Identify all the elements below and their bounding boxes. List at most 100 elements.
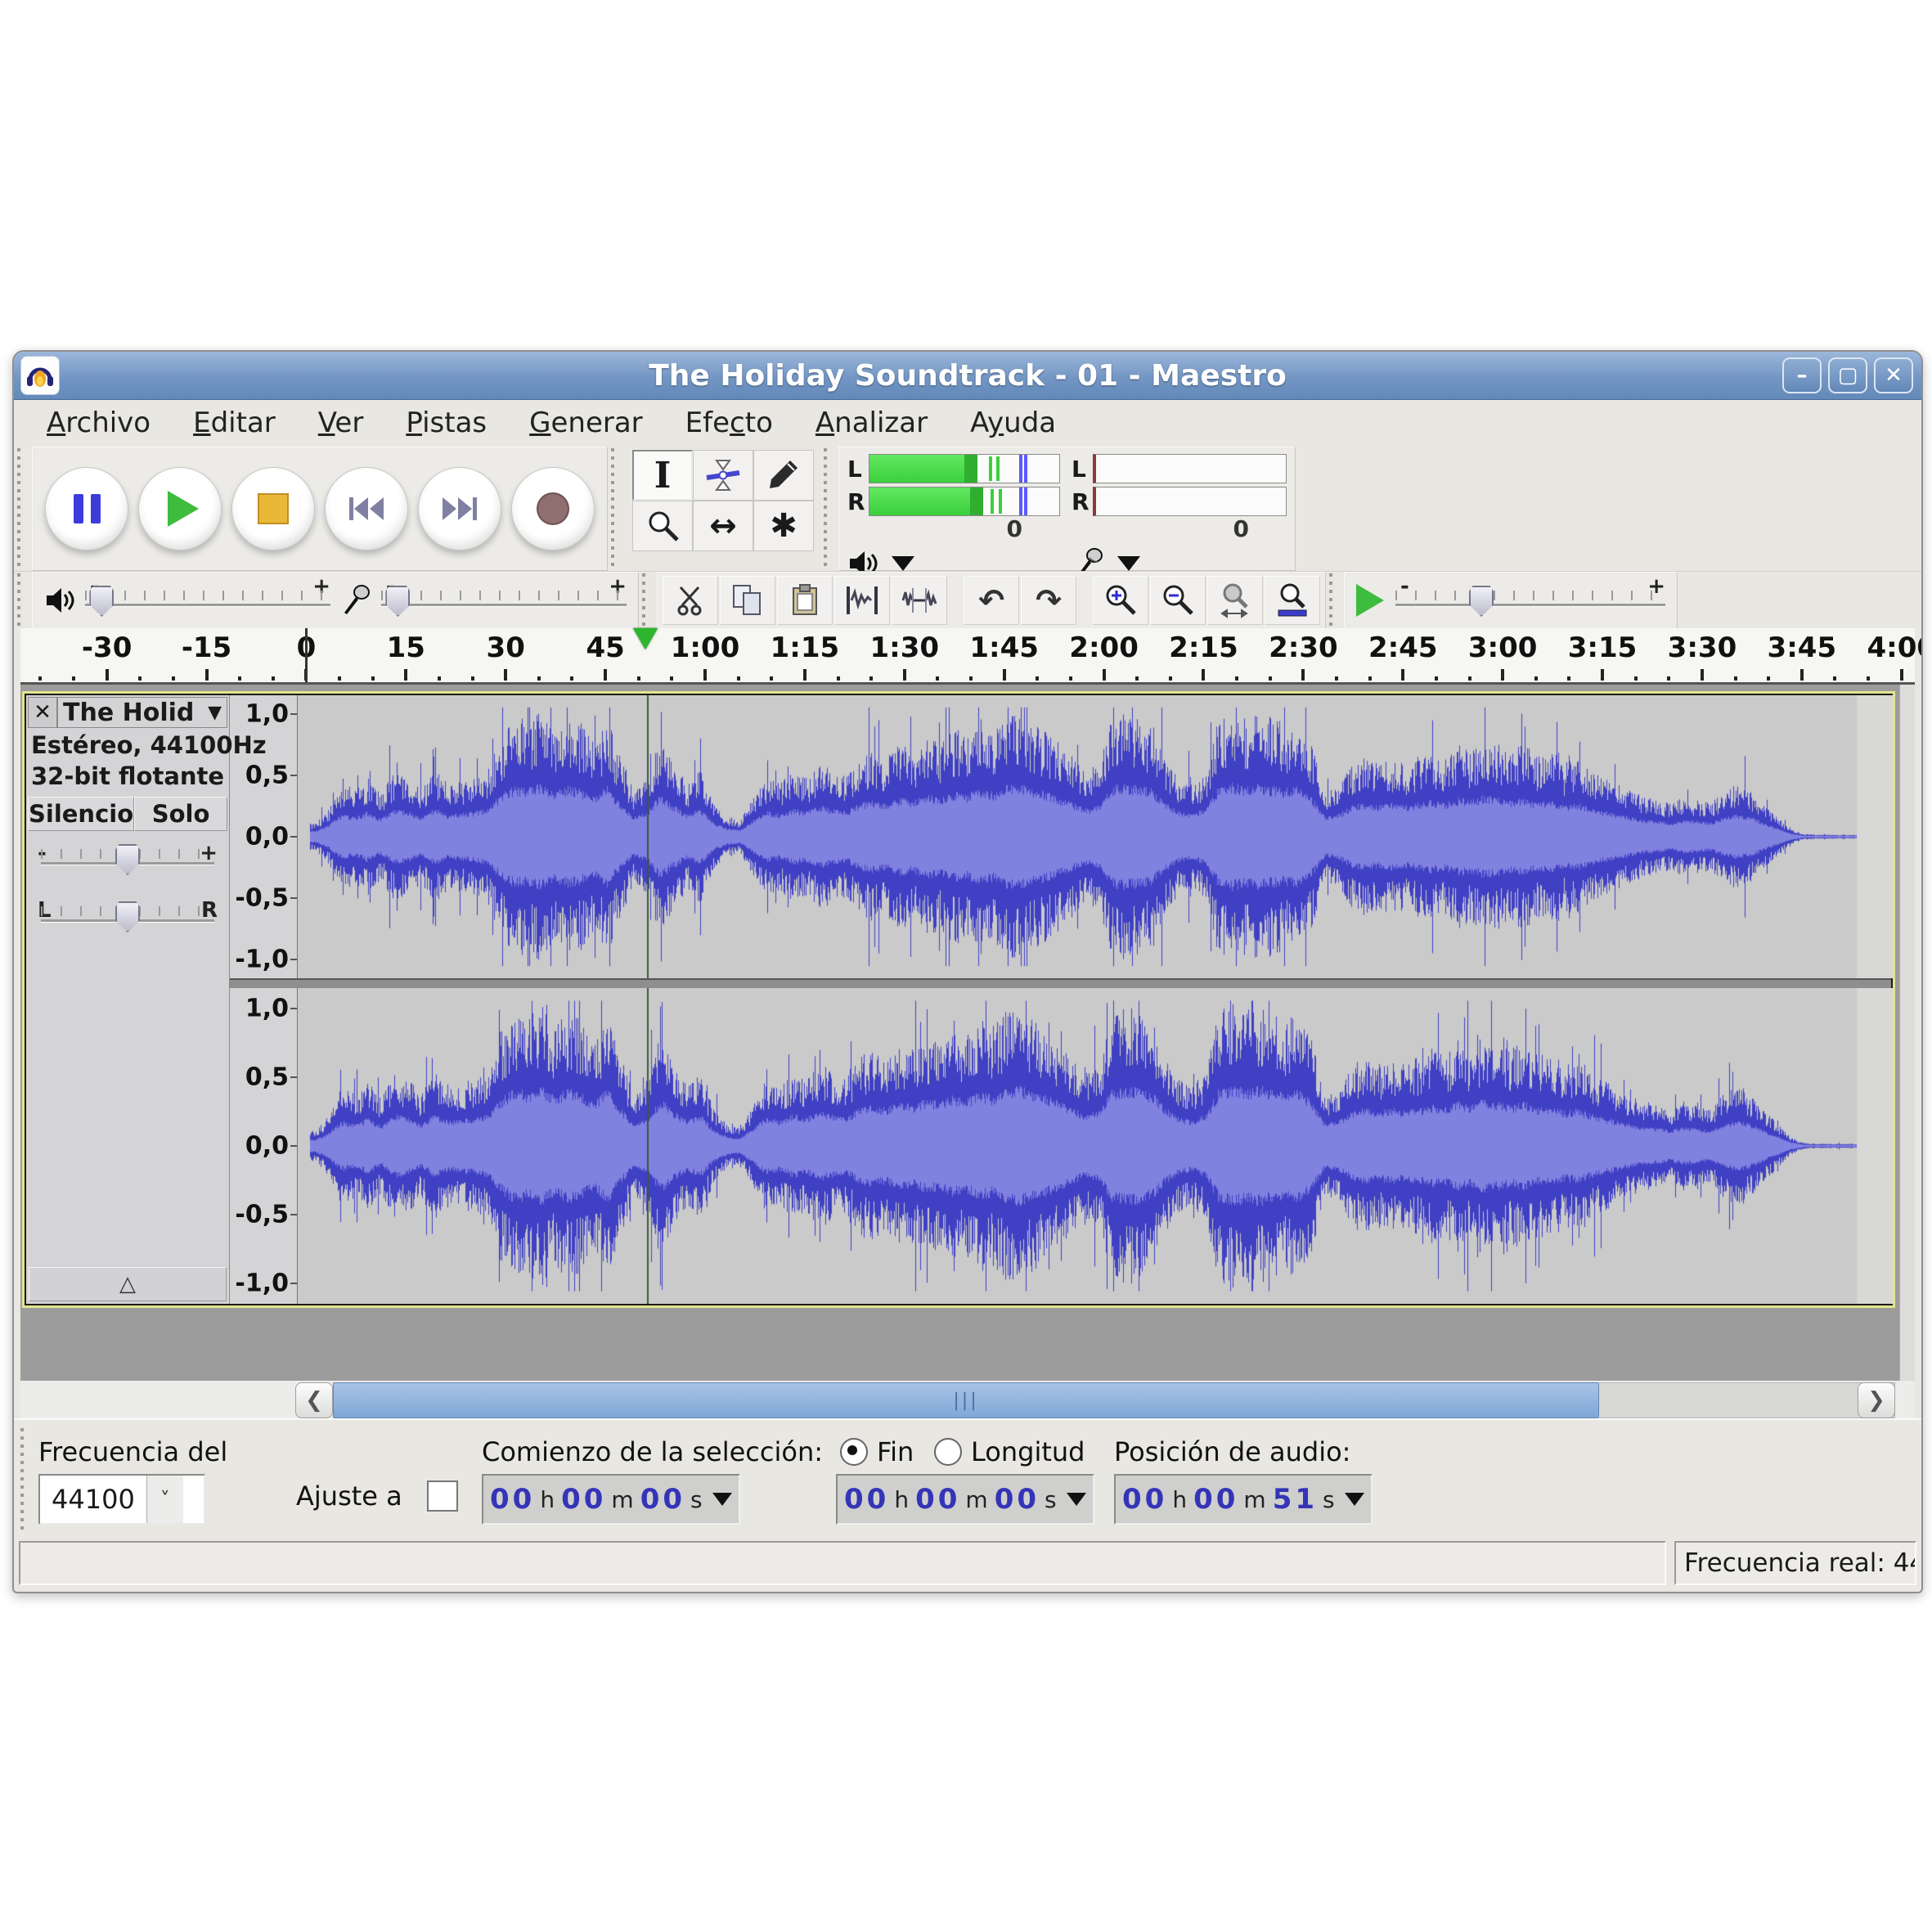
- play-speed-thumb[interactable]: [1469, 586, 1494, 617]
- spinner-icon[interactable]: [1345, 1493, 1364, 1506]
- maximize-button[interactable]: ▢: [1828, 357, 1867, 393]
- pause-button[interactable]: [45, 467, 128, 550]
- track-pan-slider[interactable]: [41, 900, 214, 932]
- spinner-icon[interactable]: [1067, 1493, 1086, 1506]
- selection-end-field[interactable]: 00h 00m 00s: [836, 1474, 1094, 1525]
- minimize-button[interactable]: –: [1782, 357, 1822, 393]
- transport-toolbar-gripper[interactable]: [14, 448, 32, 569]
- project-rate-combo[interactable]: 44100 ˅: [38, 1474, 205, 1525]
- playback-meter[interactable]: L R: [847, 452, 1060, 585]
- timeline-tick: [1036, 676, 1039, 681]
- timeline-tick: [1468, 676, 1471, 681]
- scroll-left-button[interactable]: ❮: [295, 1382, 333, 1418]
- fit-project-button[interactable]: [1265, 576, 1320, 625]
- input-volume-slider[interactable]: - +: [381, 584, 627, 617]
- menu-item-archivo[interactable]: Archivo: [25, 403, 172, 443]
- input-volume-thumb[interactable]: [385, 586, 410, 617]
- output-volume-slider[interactable]: - +: [85, 584, 330, 617]
- edit-toolbar-gripper[interactable]: [639, 573, 657, 627]
- timeline-tick: [1900, 669, 1903, 681]
- tools-toolbar-gripper[interactable]: [608, 448, 626, 569]
- amplitude-label: 0,0: [245, 823, 289, 851]
- close-button[interactable]: ✕: [1874, 357, 1913, 393]
- menu-item-editar[interactable]: Editar: [172, 403, 297, 443]
- record-icon: [537, 492, 569, 525]
- playback-device-dropdown[interactable]: [892, 556, 914, 571]
- playback-position-marker-icon[interactable]: [633, 628, 658, 649]
- scroll-right-button[interactable]: ❯: [1858, 1382, 1895, 1418]
- track-title-menu[interactable]: The Holid ▼: [57, 697, 227, 728]
- copy-button[interactable]: [720, 576, 775, 625]
- timeline-tick: [1501, 669, 1504, 681]
- play-speed-slider[interactable]: - +: [1395, 584, 1665, 617]
- menu-item-efecto[interactable]: Efecto: [664, 403, 794, 443]
- radio-length[interactable]: [934, 1438, 962, 1466]
- title-bar[interactable]: The Holiday Soundtrack - 01 - Maestro – …: [14, 352, 1921, 400]
- snap-to-checkbox[interactable]: [427, 1480, 458, 1512]
- multi-tool-button[interactable]: ✱: [753, 501, 814, 551]
- fit-selection-button[interactable]: [1207, 576, 1263, 625]
- spinner-icon[interactable]: [712, 1493, 732, 1506]
- timeline-tick: [1135, 676, 1139, 681]
- zoom-in-button[interactable]: [1093, 576, 1148, 625]
- track-gain-thumb[interactable]: [115, 844, 140, 875]
- redo-button[interactable]: ↷: [1021, 576, 1076, 625]
- scrollbar-thumb[interactable]: |||: [333, 1382, 1599, 1418]
- menu-item-pistas[interactable]: Pistas: [384, 403, 508, 443]
- zoom-tool-button[interactable]: [632, 501, 693, 551]
- waveform-right-channel[interactable]: [298, 988, 1893, 1304]
- timeline-tick: [936, 676, 939, 681]
- cut-button[interactable]: [663, 576, 718, 625]
- envelope-tool-button[interactable]: [693, 450, 753, 501]
- amplitude-label: -0,5: [235, 1201, 289, 1229]
- recording-meter[interactable]: L R 0: [1072, 452, 1287, 585]
- audio-position-field[interactable]: 00h 00m 51s: [1114, 1474, 1373, 1525]
- transcription-toolbar-gripper[interactable]: [1326, 573, 1344, 627]
- menu-item-analizar[interactable]: Analizar: [794, 403, 949, 443]
- radio-end[interactable]: [840, 1438, 868, 1466]
- selection-start-field[interactable]: 00h 00m 00s: [482, 1474, 740, 1525]
- timeline-tick: [703, 669, 707, 681]
- pause-icon: [74, 494, 101, 523]
- undo-button[interactable]: ↶: [964, 576, 1019, 625]
- stop-button[interactable]: [231, 467, 315, 550]
- play-at-speed-button[interactable]: [1356, 584, 1384, 617]
- timeline-tick: [837, 676, 840, 681]
- menu-item-ver[interactable]: Ver: [297, 403, 385, 443]
- vertical-scrollbar[interactable]: [1899, 685, 1915, 1381]
- timeline-tick: [438, 676, 441, 681]
- draw-tool-button[interactable]: [753, 450, 814, 501]
- selection-tool-button[interactable]: I: [632, 450, 693, 501]
- mixer-toolbar-gripper[interactable]: [14, 573, 32, 627]
- timeline-ruler[interactable]: -30-1501530451:001:151:301:452:002:152:3…: [20, 628, 1915, 685]
- skip-to-start-button[interactable]: [325, 467, 408, 550]
- menu-item-ayuda[interactable]: Ayuda: [949, 403, 1077, 443]
- track-gain-slider[interactable]: [41, 842, 214, 875]
- play-button[interactable]: [138, 467, 222, 550]
- combo-chevron-icon[interactable]: ˅: [146, 1476, 183, 1523]
- vertical-ruler-right-channel[interactable]: 1,00,50,0-0,5-1,0: [230, 988, 298, 1304]
- recording-meter-right-label: R: [1072, 488, 1093, 515]
- trim-audio-button[interactable]: [834, 576, 890, 625]
- playback-meter-scale: 0: [847, 518, 1060, 542]
- recording-device-dropdown[interactable]: [1117, 556, 1140, 571]
- paste-button[interactable]: [777, 576, 833, 625]
- menu-item-generar[interactable]: Generar: [508, 403, 664, 443]
- silence-audio-button[interactable]: [892, 576, 947, 625]
- zoom-out-button[interactable]: [1150, 576, 1206, 625]
- track-pan-thumb[interactable]: [115, 901, 140, 932]
- track-collapse-button[interactable]: △: [29, 1267, 227, 1301]
- output-volume-thumb[interactable]: [89, 586, 114, 617]
- timeline-label: -30: [82, 631, 132, 664]
- solo-button[interactable]: Solo: [134, 797, 227, 831]
- mute-button[interactable]: Silencio: [28, 797, 134, 831]
- meter-toolbar-gripper[interactable]: [820, 448, 838, 569]
- status-message: [19, 1541, 1666, 1585]
- zoom-out-icon: [1160, 582, 1196, 618]
- selection-toolbar-gripper[interactable]: [17, 1428, 35, 1531]
- time-shift-tool-button[interactable]: ↔: [693, 501, 753, 551]
- waveform-left-channel[interactable]: [298, 695, 1893, 978]
- track-close-button[interactable]: ✕: [28, 697, 57, 728]
- skip-to-end-button[interactable]: [418, 467, 501, 550]
- record-button[interactable]: [511, 467, 595, 550]
